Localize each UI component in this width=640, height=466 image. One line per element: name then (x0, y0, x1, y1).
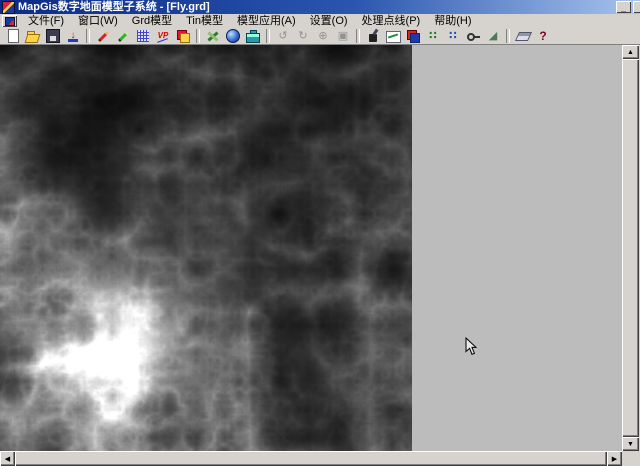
scroll-right-icon: ▶ (612, 455, 617, 463)
profile-chart-button[interactable] (383, 28, 403, 44)
scatter-green-icon: ∷ (425, 28, 441, 44)
rotate-axis-button: ⊕ (313, 28, 333, 44)
overlay-squares-button[interactable] (173, 28, 193, 44)
model-case-button[interactable] (243, 28, 263, 44)
scroll-right-button[interactable]: ▶ (607, 451, 622, 466)
minimize-button[interactable]: _ (616, 1, 631, 13)
menu-window[interactable]: 窗口(W) (71, 15, 125, 28)
scatter-blue-button[interactable]: ∷ (443, 28, 463, 44)
save-file-button[interactable] (43, 28, 63, 44)
eraser-button[interactable] (513, 28, 533, 44)
horizontal-scrollbar[interactable]: ◀ ▶ (0, 451, 622, 466)
scroll-up-button[interactable]: ▲ (622, 45, 639, 59)
slope-tool-icon: ◢ (485, 28, 501, 44)
scroll-down-button[interactable]: ▼ (622, 437, 639, 451)
grid-model-icon (135, 28, 151, 44)
color-squares-button[interactable] (403, 28, 423, 44)
slope-tool-button[interactable]: ◢ (483, 28, 503, 44)
rotate-right-button: ↻ (293, 28, 313, 44)
vertical-scrollbar[interactable]: ▲ ▼ (622, 45, 640, 451)
get-data-button[interactable]: ↓ (63, 28, 83, 44)
new-file-icon (5, 28, 21, 44)
vp-view-button[interactable]: VP (153, 28, 173, 44)
toolbar-separator (86, 29, 90, 43)
ink-bottle-icon (365, 28, 381, 44)
toolbar-separator (506, 29, 510, 43)
menu-tin-model[interactable]: Tin模型 (179, 15, 230, 28)
scroll-up-icon: ▲ (627, 49, 634, 56)
rotate-right-icon: ↻ (295, 28, 311, 44)
globe-view-icon (225, 28, 241, 44)
new-file-button[interactable] (3, 28, 23, 44)
minimize-icon: _ (616, 4, 631, 13)
scroll-left-button[interactable]: ◀ (0, 451, 15, 466)
menu-process-points[interactable]: 处理点线(P) (355, 15, 428, 28)
client-empty-area (412, 45, 622, 451)
menu-bar: 文件(F) 窗口(W) Grd模型 Tin模型 模型应用(A) 设置(O) 处理… (0, 14, 640, 29)
rotate-axis-icon: ⊕ (315, 28, 331, 44)
help-button[interactable]: ? (533, 28, 553, 44)
terrain-tools-icon (205, 28, 221, 44)
overlay-squares-icon (175, 28, 191, 44)
window-title: MapGis数字地面模型子系统 - [Fly.grd] (18, 0, 210, 14)
globe-view-button[interactable] (223, 28, 243, 44)
toolbar-separator (356, 29, 360, 43)
red-pen-icon (95, 28, 111, 44)
title-bar: MapGis数字地面模型子系统 - [Fly.grd] _ (0, 0, 640, 14)
model-case-icon (245, 28, 261, 44)
toolbar-separator (266, 29, 270, 43)
get-data-icon: ↓ (65, 28, 81, 44)
green-pen-icon (115, 28, 131, 44)
menu-model-apply[interactable]: 模型应用(A) (230, 15, 303, 28)
green-pen-button[interactable] (113, 28, 133, 44)
terrain-tools-button[interactable] (203, 28, 223, 44)
scrollbar-corner (622, 451, 640, 466)
menu-help[interactable]: 帮助(H) (427, 15, 478, 28)
key-tool-button[interactable] (463, 28, 483, 44)
open-file-button[interactable] (23, 28, 43, 44)
menu-file[interactable]: 文件(F) (21, 15, 71, 28)
edit-box-button: ▣ (333, 28, 353, 44)
toolbar-separator (196, 29, 200, 43)
app-icon (2, 1, 15, 14)
ink-bottle-button[interactable] (363, 28, 383, 44)
menu-grd-model[interactable]: Grd模型 (125, 15, 179, 28)
eraser-icon (515, 28, 531, 44)
scroll-left-icon: ◀ (5, 455, 10, 463)
edit-box-icon: ▣ (335, 28, 351, 44)
horizontal-scroll-thumb[interactable] (15, 451, 607, 466)
vertical-scroll-thumb[interactable] (622, 59, 639, 437)
menu-settings[interactable]: 设置(O) (303, 15, 355, 28)
key-tool-icon (465, 28, 481, 44)
vp-view-icon: VP (155, 28, 171, 44)
rotate-left-icon: ↺ (275, 28, 291, 44)
scatter-green-button[interactable]: ∷ (423, 28, 443, 44)
grid-model-button[interactable] (133, 28, 153, 44)
save-file-icon (45, 28, 61, 44)
child-window-icon[interactable] (2, 15, 17, 27)
scroll-down-icon: ▼ (627, 441, 634, 448)
color-squares-icon (405, 28, 421, 44)
toolbar: ↓ VP ↺↻⊕▣ ∷∷ ◢? (0, 28, 640, 45)
red-pen-button[interactable] (93, 28, 113, 44)
rotate-left-button: ↺ (273, 28, 293, 44)
help-icon: ? (535, 28, 551, 44)
open-file-icon (25, 28, 41, 44)
map-view[interactable] (0, 45, 412, 451)
profile-chart-icon (385, 28, 401, 44)
maximize-button[interactable] (633, 1, 640, 13)
scatter-blue-icon: ∷ (445, 28, 461, 44)
